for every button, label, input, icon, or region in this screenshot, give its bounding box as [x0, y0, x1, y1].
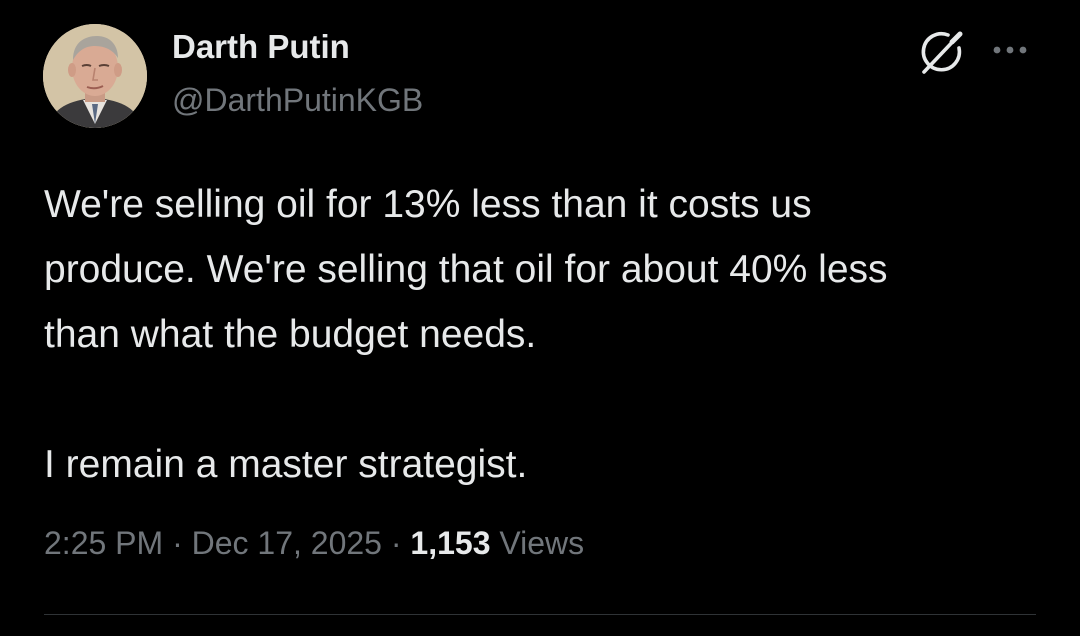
- more-dots-icon: [993, 46, 1027, 54]
- views-count[interactable]: 1,153: [410, 525, 490, 561]
- author-handle[interactable]: @DarthPutinKGB: [172, 82, 423, 119]
- more-options-button[interactable]: [988, 30, 1032, 70]
- tweet-text: We're selling oil for 13% less than it c…: [44, 172, 1044, 497]
- meta-separator: ·: [172, 525, 183, 561]
- tweet-text-line: produce. We're selling that oil for abou…: [44, 248, 888, 291]
- tweet-text-line: We're selling oil for 13% less than it c…: [44, 183, 812, 226]
- grok-button[interactable]: [916, 26, 968, 78]
- tweet[interactable]: Darth Putin @DarthPutinKGB We're selling…: [0, 0, 1080, 636]
- avatar-image: [43, 24, 147, 128]
- tweet-meta: 2:25 PM · Dec 17, 2025 · 1,153 Views: [44, 525, 584, 562]
- grok-icon: [921, 31, 963, 74]
- tweet-date[interactable]: Dec 17, 2025: [192, 525, 382, 561]
- meta-separator: ·: [390, 525, 402, 561]
- author-display-name[interactable]: Darth Putin: [172, 28, 350, 66]
- tweet-text-line: I remain a master strategist.: [44, 443, 528, 486]
- avatar[interactable]: [43, 24, 147, 128]
- views-label[interactable]: Views: [499, 525, 584, 561]
- tweet-time[interactable]: 2:25 PM: [44, 525, 163, 561]
- divider: [44, 614, 1036, 615]
- tweet-text-line: than what the budget needs.: [44, 313, 537, 356]
